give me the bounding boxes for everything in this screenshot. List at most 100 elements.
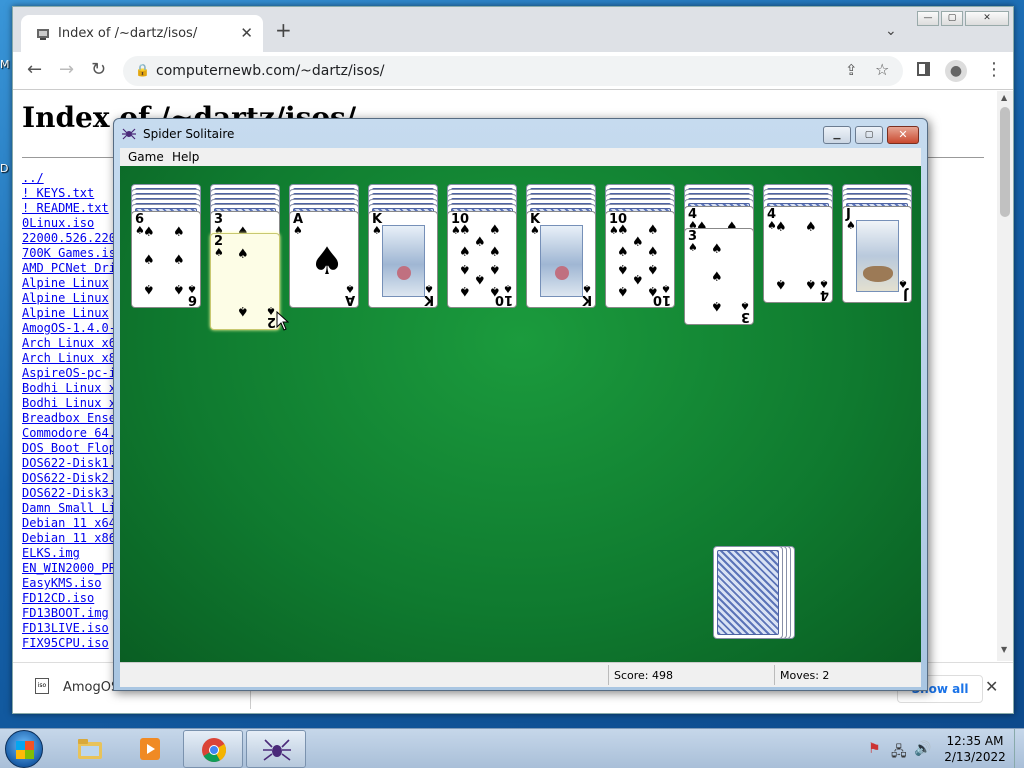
windows-logo-icon — [16, 741, 34, 759]
maximize-button[interactable]: ▢ — [941, 11, 963, 26]
share-icon[interactable]: ⇪ — [845, 61, 858, 79]
file-link[interactable]: Alpine Linux — [22, 291, 116, 306]
file-link[interactable]: Damn Small Li — [22, 501, 116, 516]
reload-icon[interactable]: ↻ — [91, 60, 106, 80]
start-button[interactable] — [5, 730, 43, 768]
playing-card[interactable]: 10 ♠ 10 ♠ ♠ ♠ ♠ ♠ ♠ ♠ ♠ ♠ ♠ ♠ — [447, 211, 517, 308]
file-link[interactable]: FD13LIVE.iso — [22, 621, 116, 636]
download-item[interactable]: AmogOS — [63, 680, 119, 695]
close-download-bar-icon[interactable]: ✕ — [985, 677, 998, 696]
lock-icon[interactable]: 🔒 — [135, 63, 150, 77]
file-link[interactable]: Breadbox Ense — [22, 411, 116, 426]
file-link[interactable]: Bodhi Linux x — [22, 396, 116, 411]
address-bar[interactable]: 🔒 computernewb.com/~dartz/isos/ ⇪ ☆ — [123, 56, 903, 86]
playing-card[interactable]: A ♠ A ♠ ♠ — [289, 211, 359, 308]
close-button[interactable]: ✕ — [887, 126, 919, 144]
network-icon[interactable]: 🖧 — [891, 741, 907, 765]
file-link[interactable]: ! README.txt — [22, 201, 116, 216]
file-list: ../! KEYS.txt! README.txt 0Linux.iso 22000… — [22, 171, 116, 651]
menu-help[interactable]: Help — [172, 150, 199, 164]
clock-time: 12:35 AM — [946, 734, 1004, 748]
file-link[interactable]: ../ — [22, 171, 116, 186]
forward-icon[interactable]: → — [59, 60, 74, 80]
file-link[interactable]: DOS622-Disk1. — [22, 456, 116, 471]
scroll-down-icon[interactable]: ▼ — [1001, 645, 1007, 654]
file-link[interactable]: 700K Games.is — [22, 246, 116, 261]
file-link[interactable]: FIX95CPU.iso — [22, 636, 116, 651]
file-link[interactable]: AspireOS-pc-i — [22, 366, 116, 381]
file-link[interactable]: Alpine Linux — [22, 276, 116, 291]
playing-card[interactable]: 6 ♠ 6 ♠ ♠ ♠ ♠ ♠ ♠ ♠ — [131, 211, 201, 308]
desktop-icon-label[interactable]: D — [0, 162, 8, 175]
file-link[interactable]: 0Linux.iso — [22, 216, 116, 231]
file-link[interactable]: FD13BOOT.img — [22, 606, 116, 621]
file-link[interactable]: AmogOS-1.4.0- — [22, 321, 116, 336]
file-link[interactable]: Commodore 64. — [22, 426, 116, 441]
minimize-button[interactable]: ▁ — [823, 126, 851, 144]
favicon-icon — [37, 29, 49, 40]
explorer-taskbar-button[interactable] — [60, 730, 120, 768]
playing-card[interactable]: 10 ♠ 10 ♠ ♠ ♠ ♠ ♠ ♠ ♠ ♠ ♠ ♠ ♠ — [605, 211, 675, 308]
file-link[interactable]: ! KEYS.txt — [22, 186, 116, 201]
spade-icon: ♠ — [372, 224, 382, 237]
playing-card[interactable]: 3♠3♠♠♠♠ — [684, 228, 754, 325]
file-link[interactable]: AMD PCNet Dri — [22, 261, 116, 276]
file-link[interactable]: DOS Boot Flop — [22, 441, 116, 456]
file-link[interactable]: EasyKMS.iso — [22, 576, 116, 591]
file-link[interactable]: EN_WIN2000_PR — [22, 561, 116, 576]
browser-tab[interactable]: Index of /~dartz/isos/ ✕ — [21, 15, 263, 52]
file-link[interactable]: ELKS.img — [22, 546, 116, 561]
iso-file-icon: iso — [35, 678, 49, 694]
new-tab-button[interactable]: + — [275, 20, 292, 40]
bookmark-star-icon[interactable]: ☆ — [875, 60, 889, 79]
file-link[interactable]: Debian 11 x64 — [22, 516, 116, 531]
page-scrollbar[interactable]: ▲ ▼ — [997, 91, 1013, 661]
window-title: Spider Solitaire — [143, 127, 235, 141]
tab-strip: Index of /~dartz/isos/ ✕ + ⌄ — ▢ ✕ — [13, 7, 1013, 52]
file-link[interactable]: DOS622-Disk2. — [22, 471, 116, 486]
show-desktop-button[interactable] — [1014, 729, 1024, 768]
playing-card[interactable]: 2 ♠ 2 ♠ ♠ ♠ — [210, 233, 280, 330]
spade-icon: ♠ — [530, 224, 540, 237]
chrome-taskbar-button[interactable] — [183, 730, 243, 768]
divider — [774, 665, 775, 685]
spade-icon: ♠ — [711, 242, 723, 257]
file-link[interactable]: Arch Linux x8 — [22, 351, 116, 366]
scroll-up-icon[interactable]: ▲ — [1001, 93, 1007, 102]
media-player-taskbar-button[interactable] — [120, 730, 180, 768]
spade-icon: ♠ — [805, 276, 817, 291]
file-link[interactable]: Bodhi Linux x — [22, 381, 116, 396]
address-url[interactable]: computernewb.com/~dartz/isos/ — [156, 63, 384, 79]
close-tab-icon[interactable]: ✕ — [240, 24, 253, 42]
browser-menu-icon[interactable]: ⋮ — [985, 60, 1003, 80]
stock-card-back[interactable] — [713, 546, 783, 639]
tab-search-icon[interactable]: ⌄ — [885, 23, 897, 39]
scrollbar-thumb[interactable] — [1000, 107, 1010, 217]
file-link[interactable]: DOS622-Disk3. — [22, 486, 116, 501]
profile-avatar-icon[interactable]: ● — [945, 60, 967, 82]
side-panel-icon[interactable] — [917, 62, 930, 76]
file-link[interactable]: FD12CD.iso — [22, 591, 116, 606]
file-link[interactable]: 22000.526.220 — [22, 231, 116, 246]
desktop-icon-label[interactable]: M — [0, 58, 10, 71]
menu-game[interactable]: Game — [128, 150, 164, 164]
spade-icon: ♠ — [898, 277, 908, 290]
playing-card[interactable]: 4♠4♠♠♠♠♠ — [763, 206, 833, 303]
spider-solitaire-taskbar-button[interactable] — [246, 730, 306, 768]
playing-card[interactable]: K ♠ K ♠ — [526, 211, 596, 308]
taskbar: ⚑ 🖧 🔊 12:35 AM 2/13/2022 — [0, 728, 1024, 768]
spade-icon: ♠ — [775, 220, 787, 235]
spade-icon: ♠ — [310, 239, 345, 283]
action-center-icon[interactable]: ⚑ — [868, 741, 881, 757]
file-link[interactable]: Arch Linux x6 — [22, 336, 116, 351]
volume-icon[interactable]: 🔊 — [914, 741, 931, 757]
close-button[interactable]: ✕ — [965, 11, 1009, 26]
minimize-button[interactable]: — — [917, 11, 939, 26]
playing-card[interactable]: J ♠ J ♠ — [842, 206, 912, 303]
file-link[interactable]: Debian 11 x86 — [22, 531, 116, 546]
back-icon[interactable]: ← — [27, 60, 42, 80]
file-link[interactable]: Alpine Linux — [22, 306, 116, 321]
maximize-button[interactable]: ▢ — [855, 126, 883, 144]
playing-card[interactable]: K ♠ K ♠ — [368, 211, 438, 308]
clock[interactable]: 12:35 AM 2/13/2022 — [940, 733, 1010, 765]
